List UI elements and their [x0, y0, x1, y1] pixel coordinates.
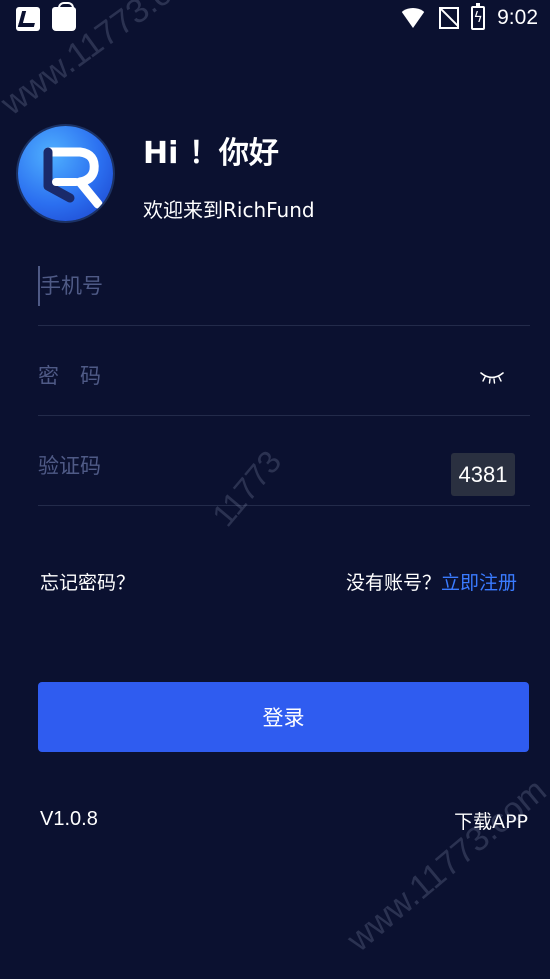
- no-sim-icon: [439, 7, 460, 29]
- shopping-bag-icon: [52, 2, 76, 31]
- battery-charging-icon: [471, 3, 486, 30]
- app-notification-icon: [16, 7, 40, 31]
- phone-field: [38, 236, 530, 326]
- greeting-title: Hi ！你好: [143, 136, 279, 171]
- register-row: 没有账号？立即注册: [346, 568, 517, 595]
- forgot-password-link[interactable]: 忘记密码？: [40, 568, 135, 595]
- wifi-icon: [399, 8, 428, 28]
- status-time: 9:02: [497, 6, 538, 29]
- status-bar-system: 9:02: [399, 3, 538, 30]
- eye-closed-icon[interactable]: [480, 370, 504, 384]
- captcha-field: 4381: [38, 416, 530, 506]
- status-bar: 9:02: [0, 0, 550, 40]
- welcome-subtitle: 欢迎来到RichFund: [143, 198, 315, 222]
- richfund-logo-icon: [18, 126, 113, 221]
- login-screen: 9:02 Hi ！你好 欢迎来到RichFund 4381 忘记密码？ 没有账号: [0, 0, 550, 979]
- version-label: V1.0.8: [40, 808, 98, 830]
- watermark: www.11773.com: [340, 771, 550, 960]
- login-button[interactable]: 登录: [38, 682, 529, 752]
- phone-input[interactable]: [38, 266, 438, 306]
- captcha-input[interactable]: [38, 446, 438, 486]
- register-link[interactable]: 立即注册: [441, 572, 517, 594]
- no-account-text: 没有账号？: [345, 572, 441, 594]
- password-field: [38, 326, 530, 416]
- password-input[interactable]: [38, 356, 438, 396]
- captcha-image[interactable]: 4381: [451, 453, 515, 496]
- status-bar-notifications: [16, 2, 76, 31]
- download-app-link[interactable]: 下载APP: [454, 807, 528, 834]
